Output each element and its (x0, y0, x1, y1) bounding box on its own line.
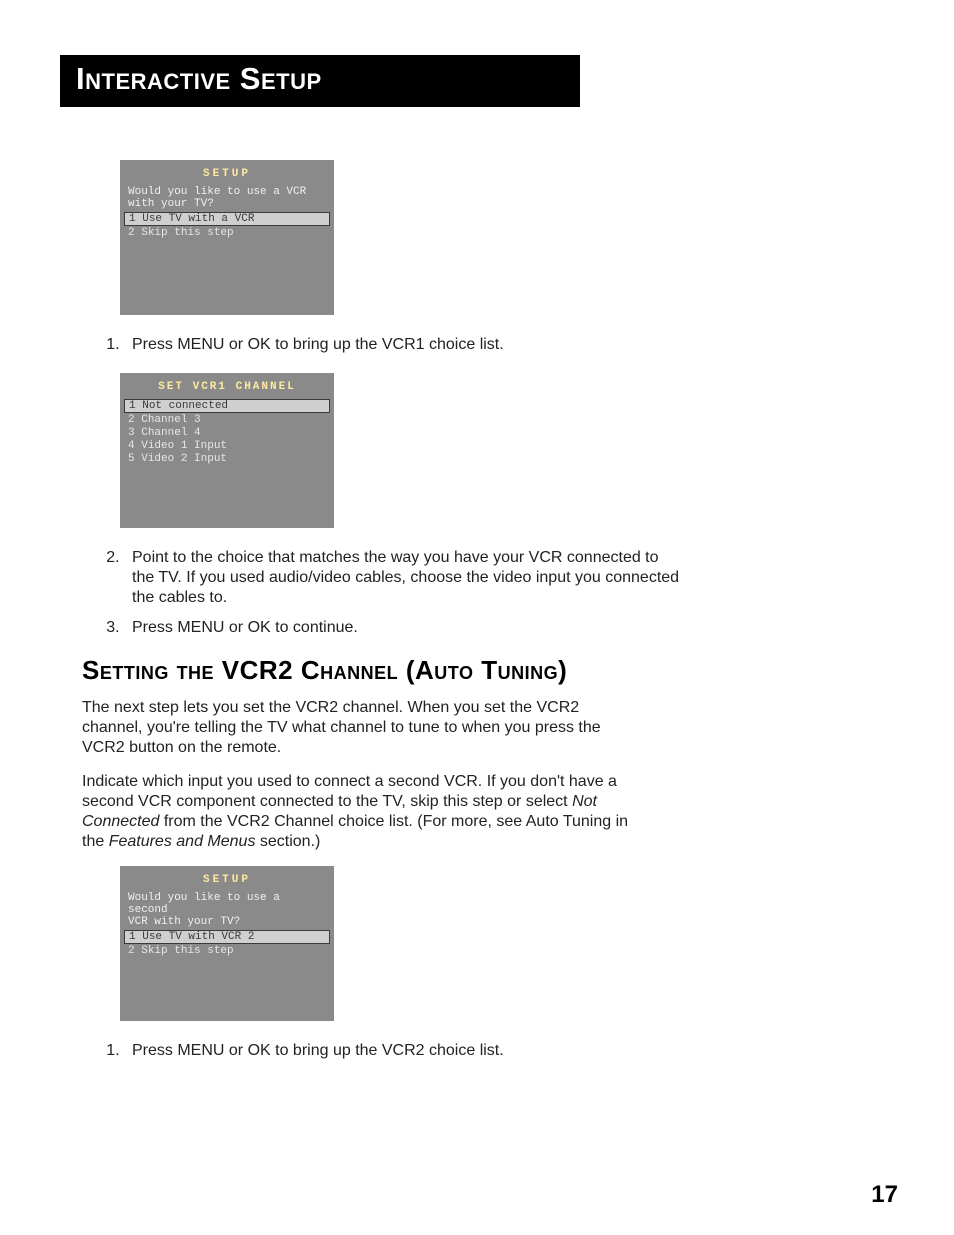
osd-list: 1 Not connected 2 Channel 3 3 Channel 4 … (120, 399, 334, 465)
steps-list-3: Press MENU or OK to bring up the VCR2 ch… (82, 1041, 682, 1061)
osd-question: Would you like to use a VCR with your TV… (120, 186, 334, 212)
steps-list-2: Point to the choice that matches the way… (82, 548, 682, 638)
osd-item: 2 Skip this step (120, 944, 334, 957)
osd-title: SETUP (120, 866, 334, 892)
osd-item: 2 Skip this step (120, 226, 334, 239)
body-paragraph: Indicate which input you used to connect… (82, 772, 642, 852)
osd-list: 1 Use TV with VCR 2 2 Skip this step (120, 930, 334, 957)
step-item: Press MENU or OK to bring up the VCR1 ch… (124, 335, 682, 355)
page-title: Interactive Setup (60, 55, 580, 97)
osd-set-vcr1-channel: SET VCR1 CHANNEL 1 Not connected 2 Chann… (120, 373, 334, 528)
osd-list: 1 Use TV with a VCR 2 Skip this step (120, 212, 334, 239)
step-item: Press MENU or OK to bring up the VCR2 ch… (124, 1041, 682, 1061)
section-heading-vcr2: Setting the VCR2 Channel (Auto Tuning) (82, 656, 682, 686)
header-band: Interactive Setup (60, 55, 580, 107)
osd-title: SET VCR1 CHANNEL (120, 373, 334, 399)
osd-item-selected: 1 Use TV with a VCR (124, 212, 330, 226)
osd-question: Would you like to use a second VCR with … (120, 892, 334, 930)
osd-item: 5 Video 2 Input (120, 452, 334, 465)
osd-setup-vcr1: SETUP Would you like to use a VCR with y… (120, 160, 334, 315)
content-column: SETUP Would you like to use a VCR with y… (82, 160, 682, 1079)
osd-item-selected: 1 Not connected (124, 399, 330, 413)
osd-item-selected: 1 Use TV with VCR 2 (124, 930, 330, 944)
body-paragraph: The next step lets you set the VCR2 chan… (82, 698, 642, 758)
osd-item: 4 Video 1 Input (120, 439, 334, 452)
step-item: Point to the choice that matches the way… (124, 548, 682, 608)
osd-item: 2 Channel 3 (120, 413, 334, 426)
osd-setup-vcr2: SETUP Would you like to use a second VCR… (120, 866, 334, 1021)
page-number: 17 (871, 1181, 898, 1209)
osd-item: 3 Channel 4 (120, 426, 334, 439)
osd-title: SETUP (120, 160, 334, 186)
step-item: Press MENU or OK to continue. (124, 618, 682, 638)
steps-list-1: Press MENU or OK to bring up the VCR1 ch… (82, 335, 682, 355)
